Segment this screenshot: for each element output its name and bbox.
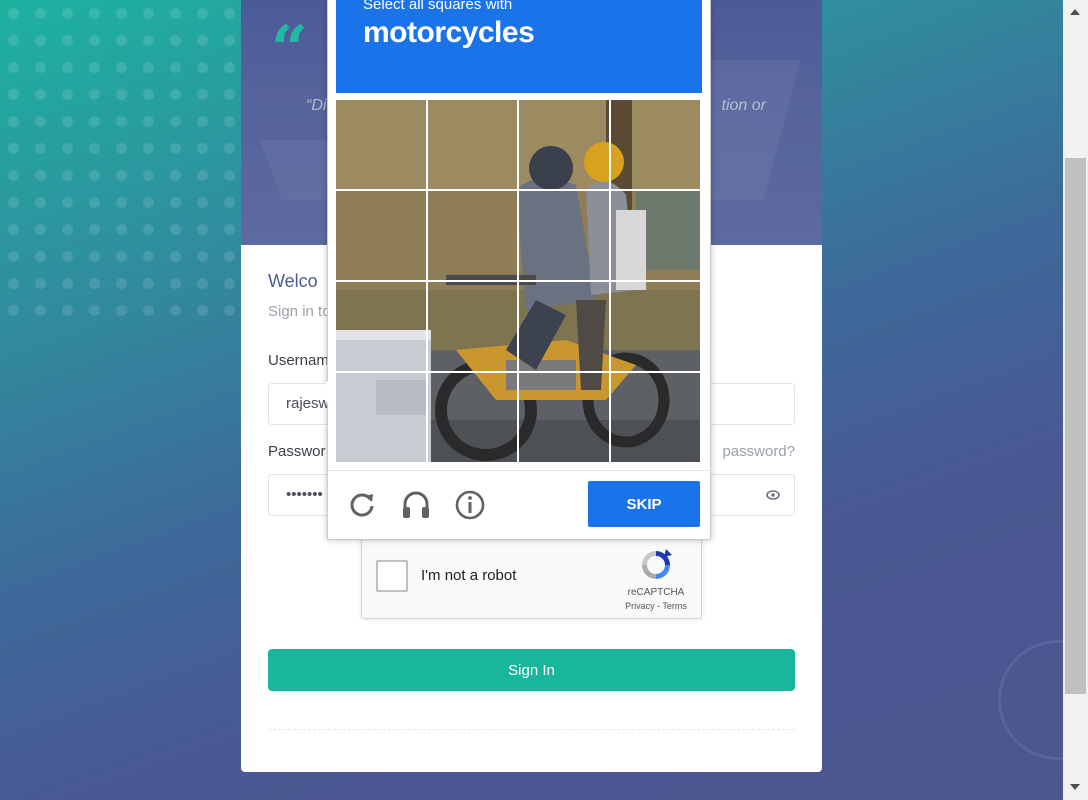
audio-headphones-icon[interactable] xyxy=(400,489,432,521)
hero-quote-end: tion or xyxy=(721,97,766,114)
challenge-image-tile[interactable] xyxy=(336,191,426,280)
sign-in-button[interactable]: Sign In xyxy=(268,649,795,691)
challenge-image-tile[interactable] xyxy=(427,100,517,189)
captcha-challenge-popup: Select all squares with motorcycles SKIP xyxy=(317,0,712,540)
challenge-instruction: Select all squares with xyxy=(363,0,513,13)
username-label: Usernam xyxy=(268,352,329,369)
challenge-image-tile[interactable] xyxy=(427,191,517,280)
challenge-image-tile[interactable] xyxy=(336,100,426,189)
recaptcha-logo-icon xyxy=(642,549,672,579)
challenge-header: Select all squares with motorcycles xyxy=(336,0,702,93)
info-icon[interactable] xyxy=(454,489,486,521)
challenge-image-tile[interactable] xyxy=(336,282,426,371)
challenge-image-tile[interactable] xyxy=(519,373,609,462)
recaptcha-privacy-terms-links[interactable]: Privacy - Terms xyxy=(610,601,702,611)
background-dot-grid xyxy=(0,0,240,330)
recaptcha-checkbox[interactable] xyxy=(376,560,408,592)
challenge-tile-image xyxy=(427,282,517,371)
recaptcha-brand: reCAPTCHA xyxy=(627,587,685,598)
scrollbar-thumb[interactable] xyxy=(1065,158,1086,694)
challenge-image-tile[interactable] xyxy=(519,282,609,371)
recaptcha-widget: I'm not a robot reCAPTCHA Privacy - Term… xyxy=(361,534,702,619)
challenge-footer-divider xyxy=(328,470,712,471)
divider xyxy=(268,729,795,730)
reload-icon[interactable] xyxy=(346,489,378,521)
challenge-image-tile[interactable] xyxy=(610,373,700,462)
challenge-tile-image xyxy=(610,100,700,189)
password-label: Passwor xyxy=(268,443,326,460)
hero-quote-start: “Di xyxy=(306,97,327,114)
popup-pointer xyxy=(317,381,328,403)
challenge-tile-image xyxy=(519,373,609,462)
challenge-tile-image xyxy=(610,373,700,462)
recaptcha-label: I'm not a robot xyxy=(421,567,517,584)
vertical-scrollbar[interactable] xyxy=(1063,0,1088,800)
signin-subtitle: Sign in to xyxy=(268,303,331,320)
challenge-tile-image xyxy=(427,100,517,189)
challenge-image-tile[interactable] xyxy=(427,373,517,462)
challenge-image-tile[interactable] xyxy=(519,100,609,189)
challenge-tile-image xyxy=(336,373,426,462)
challenge-tile-image xyxy=(519,191,609,280)
challenge-tile-image xyxy=(519,282,609,371)
challenge-tile-image xyxy=(610,282,700,371)
challenge-tile-image xyxy=(427,373,517,462)
challenge-tile-image xyxy=(610,191,700,280)
challenge-tile-image xyxy=(427,191,517,280)
challenge-tile-image xyxy=(336,100,426,189)
skip-button[interactable]: SKIP xyxy=(588,481,700,527)
challenge-target: motorcycles xyxy=(363,16,535,49)
password-value: ••••••• xyxy=(286,486,323,503)
challenge-tile-image xyxy=(519,100,609,189)
quote-icon: “ xyxy=(271,12,308,87)
challenge-image-tile[interactable] xyxy=(427,282,517,371)
scroll-up-arrow-icon[interactable] xyxy=(1070,9,1080,15)
forgot-password-link[interactable]: password? xyxy=(722,443,795,460)
challenge-image-tile[interactable] xyxy=(336,373,426,462)
challenge-image-tile[interactable] xyxy=(519,191,609,280)
challenge-image-tile[interactable] xyxy=(610,282,700,371)
challenge-image-tile[interactable] xyxy=(610,100,700,189)
challenge-image-tile[interactable] xyxy=(610,191,700,280)
challenge-image-grid xyxy=(336,100,700,462)
eye-icon[interactable] xyxy=(766,488,780,502)
scroll-down-arrow-icon[interactable] xyxy=(1070,784,1080,790)
challenge-tile-image xyxy=(336,282,426,371)
challenge-tile-image xyxy=(336,191,426,280)
welcome-title: Welco xyxy=(268,271,318,291)
